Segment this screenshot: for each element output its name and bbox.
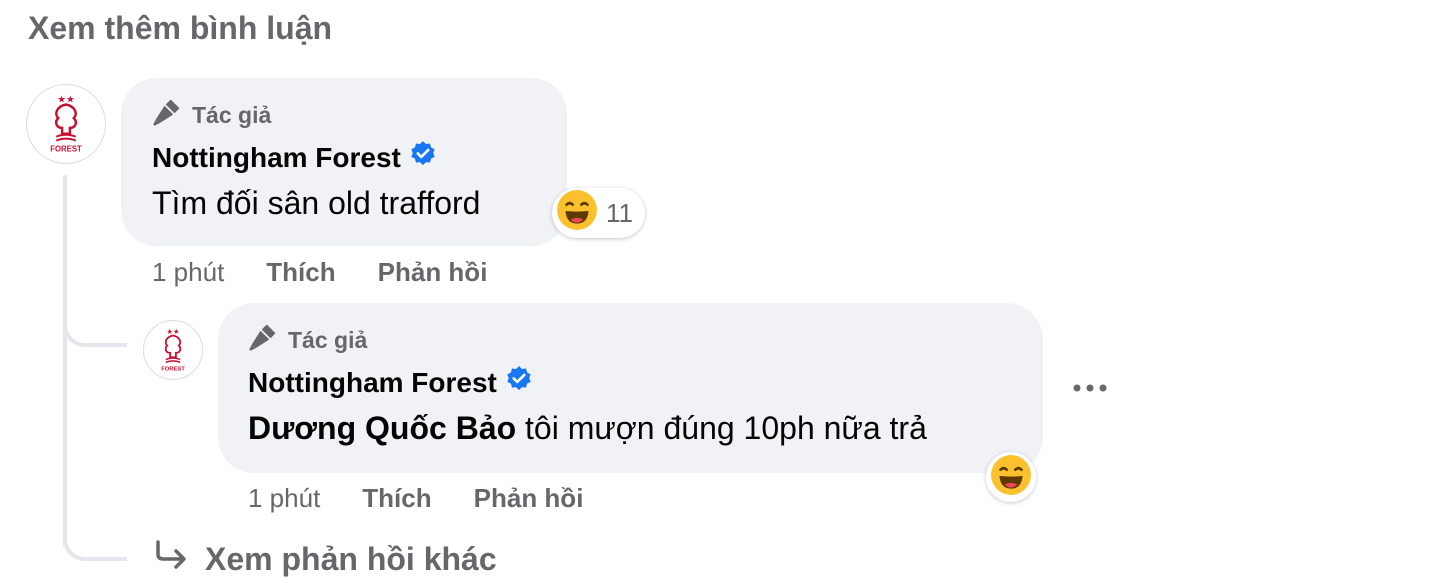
reaction-summary[interactable] (986, 452, 1036, 502)
author-badge-label: Tác giả (288, 326, 368, 353)
author-badge-label: Tác giả (192, 101, 272, 128)
reply-text: Dương Quốc Bảo tôi mượn đúng 10ph nữa tr… (248, 410, 927, 447)
avatar[interactable]: ★★ FOREST (143, 320, 203, 380)
svg-text:FOREST: FOREST (50, 144, 82, 153)
reaction-summary[interactable]: 11 (552, 188, 645, 238)
svg-text:FOREST: FOREST (161, 366, 185, 372)
reply-text-body: tôi mượn đúng 10ph nữa trả (516, 410, 927, 446)
author-badge: Tác giả (248, 322, 367, 358)
nottingham-forest-crest-icon: ★★ FOREST (50, 95, 82, 154)
commenter-name-row: Nottingham Forest (248, 365, 533, 400)
more-dots-icon (1073, 384, 1107, 392)
microphone-icon (152, 97, 182, 133)
reply-timestamp[interactable]: 1 phút (248, 483, 320, 514)
verified-badge-icon (409, 140, 437, 175)
like-button[interactable]: Thích (266, 257, 335, 288)
view-more-replies-label: Xem phản hồi khác (205, 540, 497, 577)
mention-link[interactable]: Dương Quốc Bảo (248, 410, 516, 446)
author-badge: Tác giả (152, 97, 271, 133)
commenter-name-row: Nottingham Forest (152, 140, 437, 175)
avatar[interactable]: ★★ FOREST (26, 84, 106, 164)
reply-arrow-icon (155, 540, 189, 578)
verified-badge-icon (505, 365, 533, 400)
reply-actions: 1 phút Thích Phản hồi (248, 483, 625, 514)
thread-connector (63, 300, 127, 347)
view-more-replies-link[interactable]: Xem phản hồi khác (155, 540, 497, 578)
reply-button[interactable]: Phản hồi (474, 483, 584, 514)
reply-button[interactable]: Phản hồi (378, 257, 488, 288)
comment-text: Tìm đối sân old trafford (152, 185, 481, 221)
more-options-button[interactable] (1068, 370, 1112, 406)
commenter-name[interactable]: Nottingham Forest (152, 142, 401, 174)
haha-emoji-icon (990, 454, 1032, 501)
haha-emoji-icon (556, 189, 598, 238)
microphone-icon (248, 322, 278, 358)
commenter-name[interactable]: Nottingham Forest (248, 367, 497, 399)
reaction-count: 11 (606, 197, 633, 228)
comment-timestamp[interactable]: 1 phút (152, 257, 224, 288)
nottingham-forest-crest-icon: ★★ FOREST (161, 327, 185, 372)
view-more-comments-link[interactable]: Xem thêm bình luận (28, 10, 332, 47)
like-button[interactable]: Thích (362, 483, 431, 514)
comment-actions: 1 phút Thích Phản hồi (152, 257, 529, 288)
thread-connector (63, 515, 127, 561)
thread-line (63, 175, 67, 547)
